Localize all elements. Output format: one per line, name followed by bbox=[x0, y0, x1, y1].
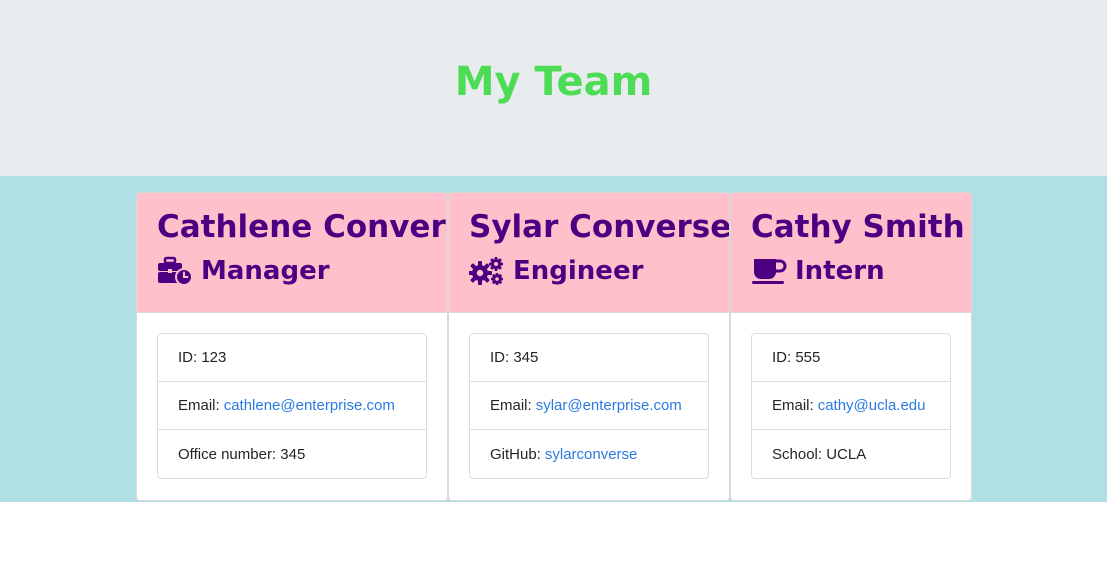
employee-card-intern: Cathy Smith Intern ID: 555 Email: cathy@… bbox=[730, 192, 972, 501]
github-link[interactable]: sylarconverse bbox=[545, 446, 638, 463]
briefcase-clock-icon bbox=[158, 256, 193, 286]
id-item: ID: 555 bbox=[752, 334, 950, 382]
email-link[interactable]: cathlene@enterprise.com bbox=[224, 397, 395, 414]
employee-role: Manager bbox=[157, 255, 427, 287]
employee-card-manager: Cathlene Converse Manager ID: 123 Email: bbox=[136, 192, 448, 501]
team-area: Cathlene Converse Manager ID: 123 Email: bbox=[0, 176, 1107, 502]
card-header: Sylar Converse Engineer bbox=[449, 193, 729, 313]
role-label: Engineer bbox=[513, 256, 644, 286]
email-item: Email: cathlene@enterprise.com bbox=[158, 382, 426, 430]
card-header: Cathlene Converse Manager bbox=[137, 193, 447, 313]
card-header: Cathy Smith Intern bbox=[731, 193, 971, 313]
employee-role: Intern bbox=[751, 255, 951, 287]
office-number-item: Office number: 345 bbox=[178, 445, 306, 463]
employee-role: Engineer bbox=[469, 255, 709, 287]
gears-icon bbox=[469, 257, 503, 285]
info-list: ID: 555 Email: cathy@ucla.edu School: UC… bbox=[751, 333, 951, 479]
email-item: Email: cathy@ucla.edu bbox=[752, 382, 950, 430]
employee-card-engineer: Sylar Converse Engineer ID: 345 Email: s… bbox=[448, 192, 730, 501]
email-label: Email: bbox=[178, 397, 220, 414]
page-title: My Team bbox=[454, 59, 653, 105]
id-item: ID: 345 bbox=[470, 334, 708, 382]
github-item: GitHub: sylarconverse bbox=[470, 430, 708, 478]
employee-name: Cathlene Converse bbox=[157, 209, 447, 245]
github-label: GitHub: bbox=[490, 445, 541, 463]
info-list: ID: 345 Email: sylar@enterprise.com GitH… bbox=[469, 333, 709, 479]
employee-name: Cathy Smith bbox=[751, 209, 965, 245]
coffee-cup-icon bbox=[752, 259, 787, 284]
card-body: ID: 345 Email: sylar@enterprise.com GitH… bbox=[449, 313, 729, 499]
role-label: Manager bbox=[201, 256, 330, 286]
employee-name: Sylar Converse bbox=[469, 209, 730, 245]
email-label: Email: bbox=[490, 397, 532, 414]
email-item: Email: sylar@enterprise.com bbox=[470, 382, 708, 430]
page-header: My Team bbox=[0, 0, 1107, 176]
info-list: ID: 123 Email: cathlene@enterprise.com O… bbox=[157, 333, 427, 479]
email-link[interactable]: sylar@enterprise.com bbox=[536, 397, 682, 414]
email-link[interactable]: cathy@ucla.edu bbox=[818, 397, 926, 414]
card-body: ID: 123 Email: cathlene@enterprise.com O… bbox=[137, 313, 447, 499]
id-item: ID: 123 bbox=[158, 334, 426, 382]
email-label: Email: bbox=[772, 397, 814, 414]
school-item: School: UCLA bbox=[772, 445, 867, 463]
card-body: ID: 555 Email: cathy@ucla.edu School: UC… bbox=[731, 313, 971, 499]
role-label: Intern bbox=[795, 256, 885, 286]
